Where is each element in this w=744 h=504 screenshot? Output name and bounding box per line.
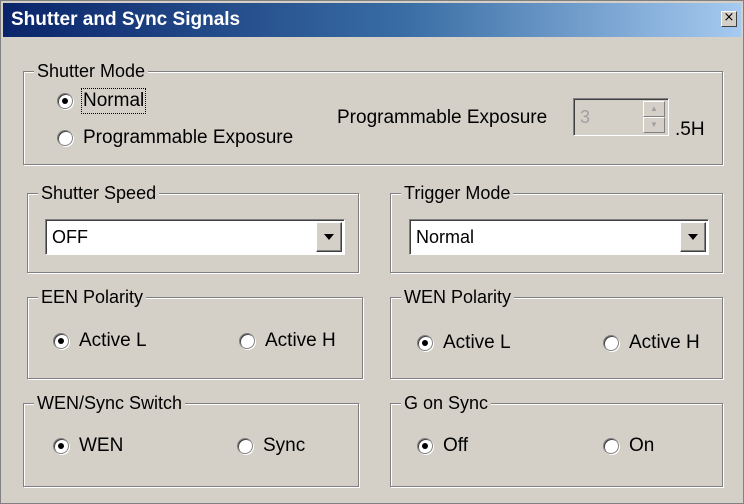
radio-dot-checked <box>417 438 433 454</box>
radio-een-active-h[interactable]: Active H <box>239 330 336 352</box>
radio-label: WEN <box>79 435 124 456</box>
chevron-down-icon <box>324 234 334 240</box>
radio-label: Off <box>443 435 468 456</box>
radio-dot-checked <box>53 333 69 349</box>
radio-dot-checked <box>417 335 433 351</box>
radio-wen-active-h[interactable]: Active H <box>603 332 700 354</box>
shutter-speed-legend: Shutter Speed <box>38 182 160 204</box>
radio-label: Active H <box>629 332 700 353</box>
radio-label: Active L <box>79 330 147 351</box>
radio-dot <box>603 438 619 454</box>
spin-up-button[interactable]: ▲ <box>643 101 665 117</box>
wen-sync-switch-legend: WEN/Sync Switch <box>34 392 186 414</box>
title-bar[interactable]: Shutter and Sync Signals × <box>3 3 741 37</box>
dialog-window: Shutter and Sync Signals × Shutter Mode … <box>0 0 744 504</box>
radio-label: Sync <box>263 435 306 456</box>
een-polarity-legend: EEN Polarity <box>38 286 147 308</box>
radio-label: Active L <box>443 332 511 353</box>
radio-switch-wen[interactable]: WEN <box>53 435 123 457</box>
radio-switch-sync[interactable]: Sync <box>237 435 305 457</box>
radio-wen-active-l[interactable]: Active L <box>417 332 511 354</box>
radio-label: On <box>629 435 655 456</box>
radio-een-active-l[interactable]: Active L <box>53 330 147 352</box>
trigger-mode-value: Normal <box>416 227 475 247</box>
trigger-mode-select[interactable]: Normal <box>409 219 709 255</box>
trigger-mode-legend: Trigger Mode <box>401 182 514 204</box>
radio-g-off[interactable]: Off <box>417 435 468 457</box>
wen-polarity-legend: WEN Polarity <box>401 286 515 308</box>
window-title: Shutter and Sync Signals <box>11 9 241 30</box>
radio-dot <box>57 130 73 146</box>
shutter-speed-select[interactable]: OFF <box>45 219 345 255</box>
chevron-down-icon <box>688 234 698 240</box>
g-on-sync-legend: G on Sync <box>401 392 492 414</box>
radio-shutter-normal[interactable]: Normal <box>57 88 147 114</box>
dropdown-button[interactable] <box>680 222 706 252</box>
radio-dot <box>239 333 255 349</box>
programmable-exposure-label: Programmable Exposure <box>337 107 548 128</box>
radio-label: Programmable Exposure <box>83 127 294 148</box>
dropdown-button[interactable] <box>316 222 342 252</box>
shutter-mode-legend: Shutter Mode <box>34 60 149 82</box>
radio-g-on[interactable]: On <box>603 435 654 457</box>
radio-shutter-programmable[interactable]: Programmable Exposure <box>57 127 293 149</box>
radio-dot-checked <box>57 93 73 109</box>
radio-label: Active H <box>265 330 336 351</box>
radio-label: Normal <box>80 88 147 114</box>
radio-dot <box>237 438 253 454</box>
spin-down-button[interactable]: ▼ <box>643 117 665 133</box>
radio-dot <box>603 335 619 351</box>
radio-dot-checked <box>53 438 69 454</box>
close-button[interactable]: × <box>721 11 737 27</box>
exposure-unit-label: .5H <box>675 119 705 140</box>
shutter-speed-value: OFF <box>52 227 88 247</box>
